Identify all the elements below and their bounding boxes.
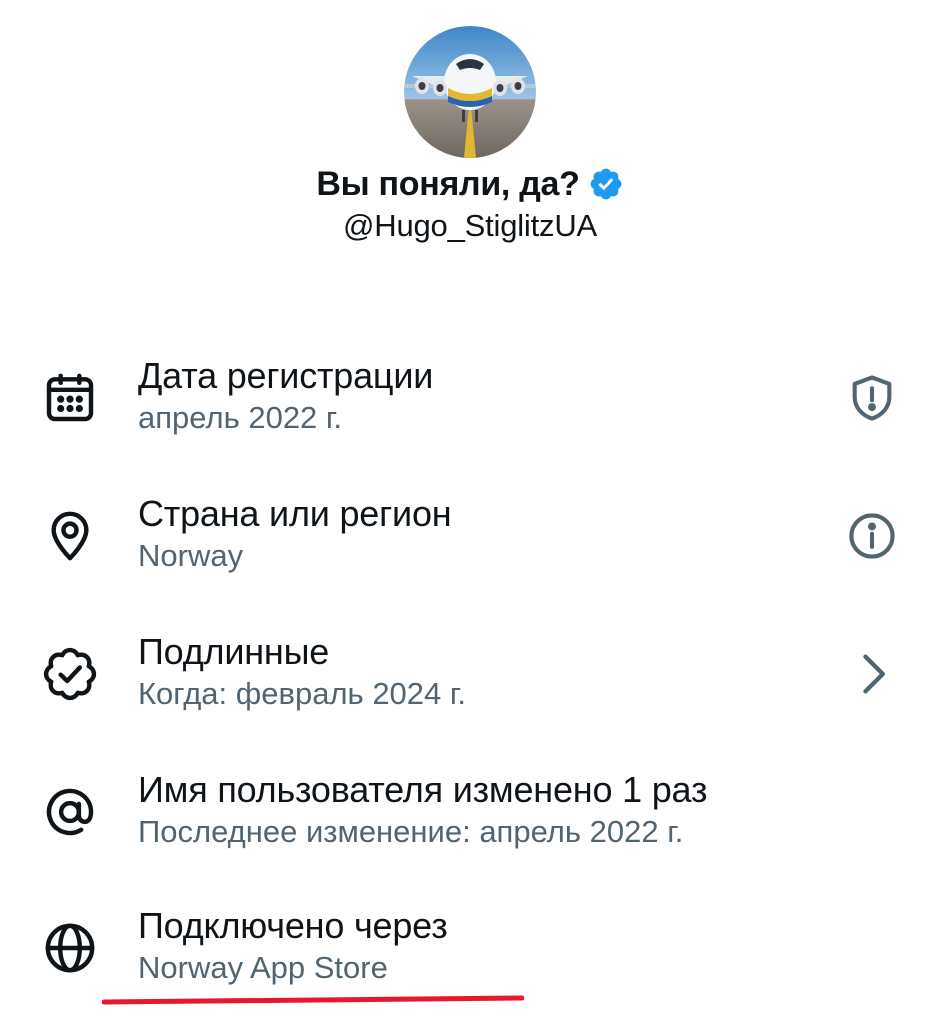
row-subtitle: Norway App Store — [138, 950, 388, 985]
shield-alert-icon[interactable] — [846, 372, 898, 424]
info-icon[interactable] — [846, 510, 898, 562]
location-pin-icon — [42, 508, 98, 564]
row-title: Имя пользователя изменено 1 раз — [138, 769, 708, 810]
row-verified[interactable]: Подлинные Когда: февраль 2024 г. — [0, 630, 940, 740]
row-registration-date: Дата регистрации апрель 2022 г. — [0, 354, 940, 464]
row-subtitle: Последнее изменение: апрель 2022 г. — [138, 814, 684, 849]
at-sign-icon — [42, 784, 98, 840]
row-title: Страна или регион — [138, 493, 452, 534]
row-title: Подлинные — [138, 631, 330, 672]
display-name: Вы поняли, да? — [316, 164, 580, 203]
calendar-icon — [42, 370, 98, 426]
row-country-region: Страна или регион Norway — [0, 492, 940, 602]
row-username-changes: Имя пользователя изменено 1 раз Последне… — [0, 768, 940, 878]
profile-handle: @Hugo_StiglitzUA — [343, 208, 597, 243]
profile-avatar[interactable] — [404, 26, 536, 158]
row-subtitle: Norway — [138, 538, 244, 573]
globe-icon — [42, 920, 98, 976]
verified-badge-icon[interactable] — [588, 166, 624, 202]
display-name-row: Вы поняли, да? — [0, 160, 940, 208]
chevron-right-icon[interactable] — [846, 648, 898, 700]
row-subtitle: апрель 2022 г. — [138, 400, 343, 435]
row-title: Дата регистрации — [138, 355, 434, 396]
verified-check-icon — [42, 646, 98, 702]
row-subtitle: Когда: февраль 2024 г. — [138, 676, 467, 711]
red-underline-annotation — [101, 992, 525, 1005]
row-title: Подключено через — [138, 905, 448, 946]
